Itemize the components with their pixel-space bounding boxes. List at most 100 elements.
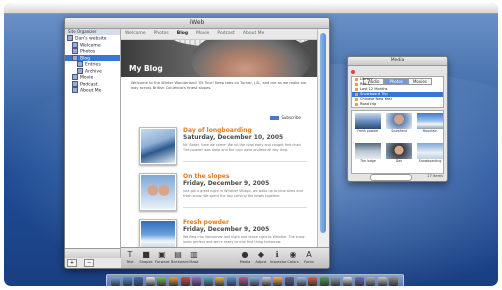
subscribe-link[interactable]: Subscribe bbox=[270, 115, 301, 120]
dock-app-icon[interactable] bbox=[215, 277, 225, 286]
dock-app-icon[interactable] bbox=[145, 277, 155, 286]
dock-app-icon[interactable] bbox=[192, 277, 202, 286]
toolbar-label: Shapes bbox=[139, 260, 153, 264]
media-tab[interactable]: Photos bbox=[384, 78, 408, 85]
dock-app-icon[interactable] bbox=[180, 277, 190, 286]
dock-app-icon[interactable] bbox=[331, 277, 341, 286]
dock-app-icon[interactable] bbox=[227, 277, 236, 286]
dock-app-icon[interactable] bbox=[389, 277, 399, 286]
media-title-bar[interactable]: Media bbox=[348, 57, 447, 74]
media-close-button[interactable] bbox=[351, 70, 355, 74]
nav-link[interactable]: Movie bbox=[192, 29, 213, 39]
add-page-button[interactable]: + bbox=[67, 259, 77, 267]
sidebar-item-label: About Me bbox=[80, 88, 102, 94]
album-label: Roll 1 bbox=[360, 82, 370, 86]
toolbar-forward-button[interactable]: ▣ Forward bbox=[155, 250, 169, 264]
dock-app-icon[interactable] bbox=[308, 277, 318, 286]
vertical-scrollbar[interactable] bbox=[317, 29, 329, 247]
toolbar-media-button[interactable]: ● Media bbox=[238, 250, 252, 264]
nav-link[interactable]: About Me bbox=[239, 29, 268, 39]
page-icon bbox=[72, 80, 78, 87]
fonts-icon: A bbox=[306, 250, 312, 259]
scroll-thumb[interactable] bbox=[320, 33, 326, 233]
media-photo[interactable]: Snowboarding bbox=[417, 143, 443, 164]
dock-app-icon[interactable] bbox=[203, 277, 213, 286]
sidebar-footer: + − bbox=[65, 248, 120, 267]
page-icon bbox=[72, 74, 78, 80]
dock-app-icon[interactable] bbox=[122, 277, 132, 286]
dock-app-icon[interactable] bbox=[296, 277, 306, 286]
dock-app-icon[interactable] bbox=[169, 277, 178, 286]
iweb-window: iWeb Site Organizer Dan's website Welcome… bbox=[64, 17, 330, 269]
nav-link[interactable]: Podcast bbox=[213, 29, 239, 39]
sidebar-item-label: Entries bbox=[85, 62, 101, 68]
album-label: Library bbox=[360, 77, 373, 81]
photo-caption: Snowboarding bbox=[418, 159, 442, 163]
dock-app-icon[interactable] bbox=[134, 277, 144, 286]
rss-icon bbox=[270, 116, 280, 120]
nav-link[interactable]: Photos bbox=[150, 29, 173, 39]
dock-app-icon[interactable] bbox=[354, 277, 364, 286]
blog-intro[interactable]: Welcome to the Winter Wonderland '05 Tou… bbox=[121, 77, 317, 93]
post-excerpt: Mt. Baker, here we come! We hit the road… bbox=[183, 143, 302, 152]
dock-app-icon[interactable] bbox=[157, 277, 167, 286]
media-tab[interactable]: Movies bbox=[407, 78, 432, 85]
dock-app-icon[interactable] bbox=[261, 277, 271, 286]
forward-icon: ▣ bbox=[158, 250, 166, 259]
dock-app-icon[interactable] bbox=[273, 277, 283, 286]
inspector-icon: ℹ bbox=[275, 250, 279, 259]
blog-post[interactable]: Fresh powder Friday, December 9, 2005 We… bbox=[139, 219, 309, 247]
sidebar-item[interactable]: About Me bbox=[65, 87, 120, 94]
dock-app-icon[interactable] bbox=[111, 277, 120, 286]
dock-app-icon[interactable] bbox=[343, 277, 352, 286]
title-bar[interactable]: iWeb bbox=[65, 18, 329, 35]
toolbar-backward-button[interactable]: ▤ Backward bbox=[171, 250, 189, 264]
nav-link[interactable]: Welcome bbox=[121, 29, 150, 39]
blog-title[interactable]: My Blog bbox=[129, 64, 163, 73]
media-photo[interactable]: The lodge bbox=[355, 143, 381, 164]
dock-app-icon[interactable] bbox=[285, 277, 294, 286]
dock-app-icon[interactable] bbox=[250, 277, 260, 286]
post-excerpt: We flew into Vancouver last night and dr… bbox=[183, 235, 305, 244]
post-photo[interactable] bbox=[139, 219, 177, 247]
toolbar-text-button[interactable]: T Text bbox=[123, 250, 137, 264]
post-photo[interactable] bbox=[139, 173, 177, 211]
media-photo[interactable]: Snowfield bbox=[386, 113, 412, 134]
media-album[interactable]: Road trip bbox=[352, 102, 443, 107]
media-search-field[interactable] bbox=[370, 174, 412, 181]
toolbar-mask-button[interactable]: ▥ Mask bbox=[187, 250, 201, 264]
album-icon bbox=[355, 92, 358, 96]
toolbar-shapes-button[interactable]: ■ Shapes bbox=[139, 250, 153, 264]
media-photo[interactable]: Mountain bbox=[417, 113, 443, 134]
window-title: iWeb bbox=[189, 19, 205, 26]
nav-link[interactable]: Blog bbox=[173, 29, 192, 39]
media-browser: Media Audio Photos Movies Library Roll 1 Las… bbox=[347, 56, 448, 182]
hero-banner: My Blog bbox=[121, 40, 317, 77]
blog-post[interactable]: Day of longboarding Saturday, December 1… bbox=[139, 127, 309, 167]
toolbar-label: Inspector bbox=[270, 260, 287, 264]
dock-app-icon[interactable] bbox=[319, 277, 329, 286]
dock-app-icon[interactable] bbox=[377, 277, 387, 286]
remove-page-button[interactable]: − bbox=[84, 259, 95, 267]
toolbar-adjust-button[interactable]: ◆ Adjust bbox=[254, 250, 268, 264]
toolbar-label: Adjust bbox=[255, 260, 267, 264]
page-icon bbox=[72, 54, 78, 61]
dock bbox=[106, 274, 404, 286]
album-label: Snowboard Trip bbox=[360, 92, 388, 96]
toolbar-inspector-button[interactable]: ℹ Inspector bbox=[270, 250, 287, 264]
page-icon bbox=[77, 67, 83, 74]
media-photo[interactable]: Fresh powder bbox=[355, 113, 381, 134]
toolbar-label: Media bbox=[239, 260, 251, 264]
sidebar-item-label: Dan's website bbox=[75, 36, 107, 42]
photo-thumbnail bbox=[386, 143, 412, 159]
post-photo[interactable] bbox=[139, 127, 177, 165]
dock-app-icon[interactable] bbox=[238, 277, 248, 286]
blog-post[interactable]: On the slopes Friday, December 9, 2005 J… bbox=[139, 173, 309, 213]
media-photo[interactable]: Dan bbox=[386, 143, 412, 164]
dock-app-icon[interactable] bbox=[366, 277, 376, 286]
page-icon bbox=[67, 35, 73, 41]
photo-caption: Mountain bbox=[422, 129, 438, 133]
toolbar-colors-button[interactable]: ◉ Colors bbox=[286, 250, 300, 264]
toolbar-fonts-button[interactable]: A Fonts bbox=[302, 250, 316, 264]
toolbar-label: Mask bbox=[189, 260, 199, 264]
